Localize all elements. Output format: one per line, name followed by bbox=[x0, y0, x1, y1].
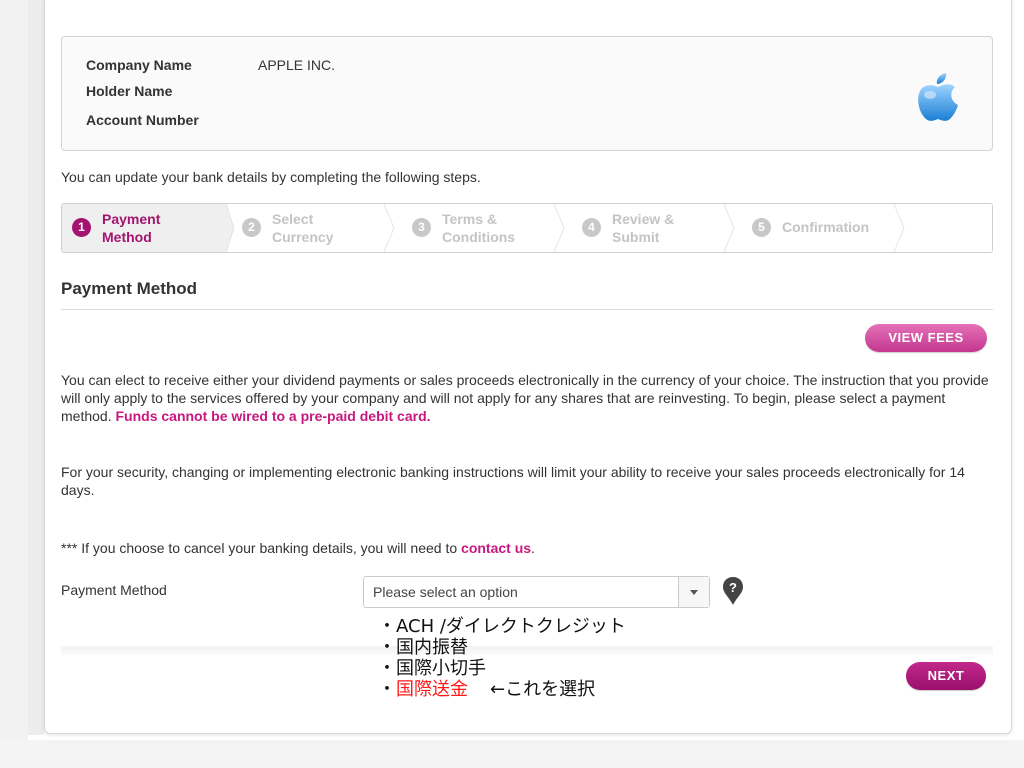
option-text: 国際送金 bbox=[396, 679, 468, 700]
company-name-label: Company Name bbox=[86, 57, 192, 73]
background-strip-bottom bbox=[0, 740, 1024, 768]
option-ach: ・ACH /ダイレクトクレジット bbox=[378, 616, 626, 637]
cancel-paragraph: *** If you choose to cancel your banking… bbox=[61, 539, 991, 557]
question-help-icon[interactable]: ? bbox=[722, 576, 744, 606]
step-label-line: Method bbox=[102, 229, 152, 245]
prepaid-card-warning: Funds cannot be wired to a pre-paid debi… bbox=[115, 408, 431, 424]
option-text: 国際小切手 bbox=[396, 658, 486, 679]
payment-options-list: ・ACH /ダイレクトクレジット ・国内振替 ・国際小切手 ・国際送金 ←これを選… bbox=[378, 616, 626, 700]
apple-logo-icon bbox=[918, 73, 958, 121]
contact-us-link[interactable]: contact us bbox=[461, 540, 531, 556]
section-divider bbox=[61, 309, 993, 310]
step-label-line: Payment bbox=[102, 211, 161, 227]
step-payment-method: 1 Payment Method bbox=[62, 204, 212, 252]
step-label: Review & Submit bbox=[612, 210, 722, 246]
option-bullet: ・ bbox=[378, 637, 396, 658]
company-row: Company Name APPLE INC. bbox=[86, 57, 335, 73]
step-chevron-icon bbox=[723, 204, 735, 252]
step-number: 2 bbox=[242, 218, 261, 237]
option-bullet: ・ bbox=[378, 616, 396, 637]
section-title: Payment Method bbox=[61, 279, 198, 298]
holder-row: Holder Name bbox=[86, 83, 258, 99]
intro-text: You can update your bank details by comp… bbox=[61, 169, 481, 185]
option-note: ←これを選択 bbox=[490, 679, 596, 700]
step-label: Terms & Conditions bbox=[442, 210, 552, 246]
option-bullet: ・ bbox=[378, 679, 396, 700]
step-confirmation: 5 Confirmation bbox=[752, 204, 952, 252]
select-dropdown-button[interactable] bbox=[678, 577, 709, 607]
step-number: 1 bbox=[72, 218, 91, 237]
account-info-box: Company Name APPLE INC. Holder Name Accou… bbox=[61, 36, 993, 151]
option-text: ACH /ダイレクトクレジット bbox=[396, 616, 626, 637]
cancel-text: *** If you choose to cancel your banking… bbox=[61, 540, 462, 556]
view-fees-button[interactable]: VIEW FEES bbox=[865, 324, 987, 352]
payment-method-select[interactable]: Please select an option bbox=[363, 576, 710, 608]
cancel-suffix: . bbox=[531, 540, 535, 556]
step-chevron-icon bbox=[893, 204, 905, 252]
svg-text:?: ? bbox=[729, 580, 737, 595]
step-chevron-icon bbox=[553, 204, 565, 252]
company-name-value: APPLE INC. bbox=[258, 57, 336, 73]
account-number-label: Account Number bbox=[86, 112, 199, 128]
payment-method-label: Payment Method bbox=[61, 582, 167, 598]
payment-info-paragraph: You can elect to receive either your div… bbox=[61, 371, 991, 425]
security-paragraph: For your security, changing or implement… bbox=[61, 464, 965, 498]
step-select-currency: 2 Select Currency bbox=[242, 204, 392, 252]
step-number: 5 bbox=[752, 218, 771, 237]
step-label-line: Confirmation bbox=[782, 219, 870, 235]
step-label: Confirmation bbox=[782, 218, 942, 236]
select-placeholder: Please select an option bbox=[373, 584, 518, 600]
step-label-line: Submit bbox=[612, 229, 660, 245]
option-domestic-transfer: ・国内振替 bbox=[378, 637, 626, 658]
background-strip-left bbox=[0, 0, 28, 768]
option-international-check: ・国際小切手 bbox=[378, 658, 626, 679]
step-label: Select Currency bbox=[272, 210, 382, 246]
step-number: 4 bbox=[582, 218, 601, 237]
holder-name-label: Holder Name bbox=[86, 83, 173, 99]
step-number: 3 bbox=[412, 218, 431, 237]
option-text: 国内振替 bbox=[396, 637, 468, 658]
step-progress: 1 Payment Method 2 Select Currency 3 Ter… bbox=[61, 203, 993, 253]
step-review-submit: 4 Review & Submit bbox=[582, 204, 732, 252]
step-label-line: Conditions bbox=[442, 229, 516, 245]
option-international-wire: ・国際送金 ←これを選択 bbox=[378, 679, 626, 700]
step-label-line: Currency bbox=[272, 229, 334, 245]
step-label: Payment Method bbox=[102, 210, 212, 246]
chevron-down-icon bbox=[690, 590, 698, 595]
next-button[interactable]: NEXT bbox=[906, 662, 986, 690]
background-strip-inner bbox=[28, 0, 44, 735]
step-label-line: Select bbox=[272, 211, 314, 227]
step-label-line: Terms & bbox=[442, 211, 497, 227]
option-bullet: ・ bbox=[378, 658, 396, 679]
step-chevron-icon bbox=[383, 204, 395, 252]
step-label-line: Review & bbox=[612, 211, 675, 227]
account-row: Account Number bbox=[86, 112, 258, 128]
step-chevron-icon bbox=[212, 204, 234, 252]
step-terms-conditions: 3 Terms & Conditions bbox=[412, 204, 562, 252]
